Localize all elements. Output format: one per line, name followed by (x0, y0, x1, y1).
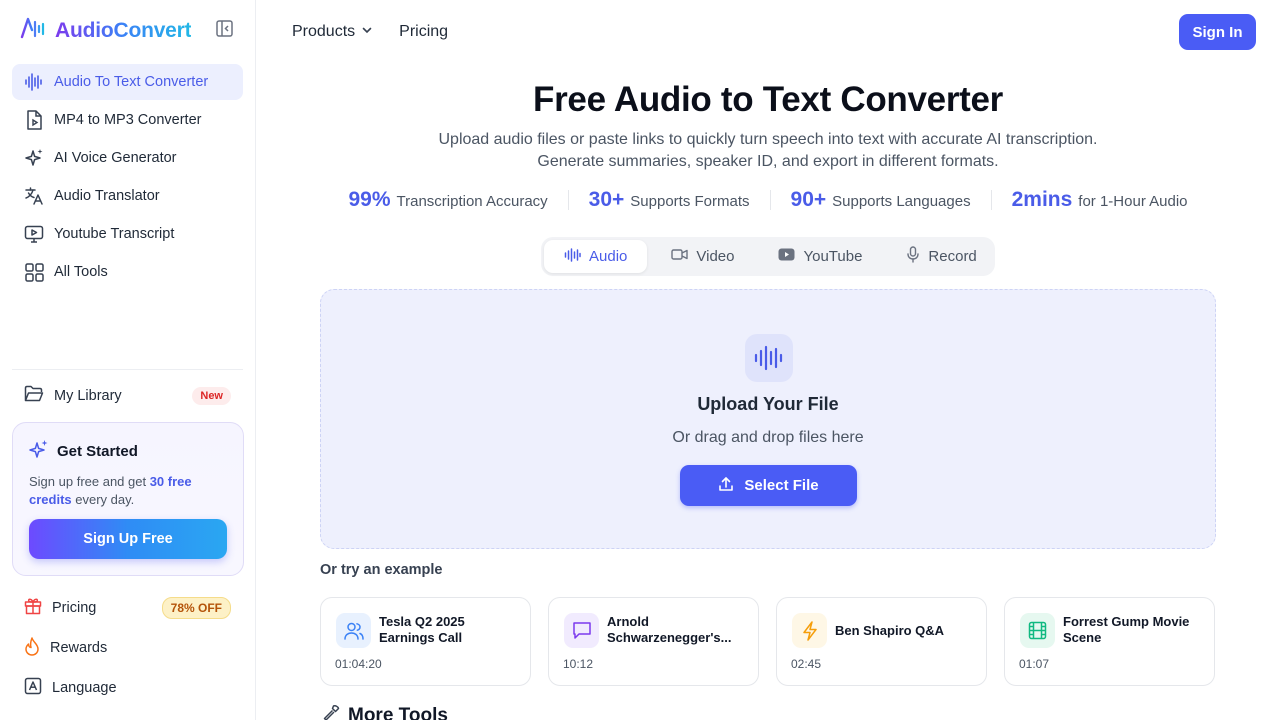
message-square-icon (564, 613, 599, 648)
top-nav: Products Pricing (292, 20, 448, 44)
flame-icon (24, 636, 40, 660)
examples-label: Or try an example (320, 562, 443, 578)
sidebar-collapse-icon (215, 19, 233, 37)
audio-wave-icon (24, 72, 44, 92)
pricing-link[interactable]: Pricing (399, 20, 448, 44)
pricing-link-label: Pricing (399, 23, 449, 40)
example-duration: 01:04:20 (335, 657, 382, 671)
upload-dropzone[interactable]: Upload Your File Or drag and drop files … (320, 289, 1216, 549)
get-started-text: Sign up free and get 30 free credits eve… (29, 474, 192, 507)
chevron-down-icon (361, 23, 373, 41)
sidebar-item-label: MP4 to MP3 Converter (54, 112, 202, 128)
sidebar-item-label: Audio Translator (54, 188, 160, 204)
grid-icon (24, 262, 44, 282)
stat-languages: 90+ Supports Languages (790, 188, 971, 211)
examples-list: Tesla Q2 2025 Earnings Call 01:04:20 Arn… (320, 597, 1215, 686)
example-title: Tesla Q2 2025 Earnings Call (379, 614, 465, 645)
sidebar-item-label: All Tools (54, 264, 108, 280)
sidebar-item-audio-translator[interactable]: Audio Translator (12, 178, 243, 214)
sidebar-item-pricing[interactable]: Pricing 78% OFF (12, 590, 243, 626)
sidebar-item-my-library[interactable]: My Library New (12, 378, 243, 414)
stat-formats: 30+ Supports Formats (588, 188, 750, 211)
users-icon (336, 613, 371, 648)
sidebar-item-ai-voice-generator[interactable]: AI Voice Generator (12, 140, 243, 176)
file-music-icon (24, 110, 44, 130)
more-tools-heading: More Tools (322, 704, 448, 720)
tab-youtube[interactable]: YouTube (758, 240, 882, 273)
new-badge: New (192, 387, 231, 405)
library-label: My Library (54, 388, 122, 404)
example-card[interactable]: Arnold Schwarzenegger's... 10:12 (548, 597, 759, 686)
collapse-sidebar-button[interactable] (214, 18, 234, 38)
stat-accuracy: 99% Transcription Accuracy (348, 188, 548, 211)
translate-icon (24, 186, 44, 206)
select-file-button[interactable]: Select File (680, 465, 857, 506)
example-title: Ben Shapiro Q&A (835, 623, 945, 638)
upload-subtitle: Or drag and drop files here (672, 429, 864, 446)
sign-in-button[interactable]: Sign In (1179, 14, 1256, 50)
input-type-tabs: Audio Video YouTube Record (541, 237, 995, 276)
sparkles-icon (24, 148, 44, 168)
products-label: Products (292, 23, 356, 40)
sidebar-item-all-tools[interactable]: All Tools (12, 254, 243, 290)
folder-open-icon (24, 385, 44, 407)
stat-speed: 2mins for 1-Hour Audio (1011, 188, 1188, 211)
video-camera-icon (671, 248, 689, 265)
example-title: Forrest Gump Movie Scene (1063, 614, 1190, 645)
example-card[interactable]: Forrest Gump Movie Scene 01:07 (1004, 597, 1215, 686)
stats-bar: 99% Transcription Accuracy 30+ Supports Fo… (256, 188, 1280, 212)
rewards-label: Rewards (50, 640, 108, 656)
sign-up-free-button[interactable]: Sign Up Free (29, 519, 227, 559)
example-card[interactable]: Tesla Q2 2025 Earnings Call 01:04:20 (320, 597, 531, 686)
example-duration: 01:07 (1019, 657, 1050, 671)
sidebar-nav: Audio To Text Converter MP4 to MP3 Conve… (12, 64, 243, 292)
monitor-play-icon (24, 224, 44, 244)
sidebar-item-label: AI Voice Generator (54, 150, 177, 166)
sidebar-item-label: Audio To Text Converter (54, 74, 209, 90)
sidebar-item-audio-to-text[interactable]: Audio To Text Converter (12, 64, 243, 100)
sidebar-item-mp4-to-mp3[interactable]: MP4 to MP3 Converter (12, 102, 243, 138)
logo-text: AudioConvert (55, 18, 192, 42)
sidebar-item-youtube-transcript[interactable]: Youtube Transcript (12, 216, 243, 252)
example-duration: 10:12 (563, 657, 594, 671)
example-duration: 02:45 (791, 657, 822, 671)
products-menu[interactable]: Products (292, 20, 373, 44)
gift-icon (24, 597, 42, 619)
upload-icon (718, 476, 734, 496)
sidebar: AudioConvert Audio To Text Converter MP4… (0, 0, 256, 720)
tab-record[interactable]: Record (886, 240, 996, 273)
tab-video[interactable]: Video (651, 240, 754, 273)
sidebar-item-language[interactable]: Language (12, 670, 243, 706)
sidebar-item-rewards[interactable]: Rewards (12, 630, 243, 666)
get-started-card: Get Started Sign up free and get 30 free… (12, 422, 244, 576)
language-icon (24, 677, 42, 699)
logo-icon (20, 16, 47, 45)
example-title: Arnold Schwarzenegger's... (607, 614, 732, 645)
language-label: Language (52, 680, 117, 696)
lightning-icon (792, 613, 827, 648)
discount-badge: 78% OFF (161, 597, 231, 619)
wrench-icon (322, 704, 340, 720)
pricing-label: Pricing (52, 600, 97, 616)
page-title: Free Audio to Text Converter (533, 80, 1003, 119)
tab-audio[interactable]: Audio (544, 240, 648, 273)
sparkles-icon (29, 439, 49, 463)
page-subtitle: Upload audio files or paste links to qui… (438, 131, 1098, 170)
get-started-title: Get Started (57, 442, 138, 460)
microphone-icon (906, 246, 920, 267)
example-card[interactable]: Ben Shapiro Q&A 02:45 (776, 597, 987, 686)
youtube-icon (778, 248, 795, 265)
sidebar-item-label: Youtube Transcript (54, 226, 175, 242)
sidebar-divider (12, 369, 243, 370)
upload-title: Upload Your File (697, 394, 839, 414)
logo[interactable]: AudioConvert (20, 16, 192, 45)
film-icon (1020, 613, 1055, 648)
audio-wave-icon (564, 247, 581, 266)
audio-wave-icon (745, 334, 793, 382)
